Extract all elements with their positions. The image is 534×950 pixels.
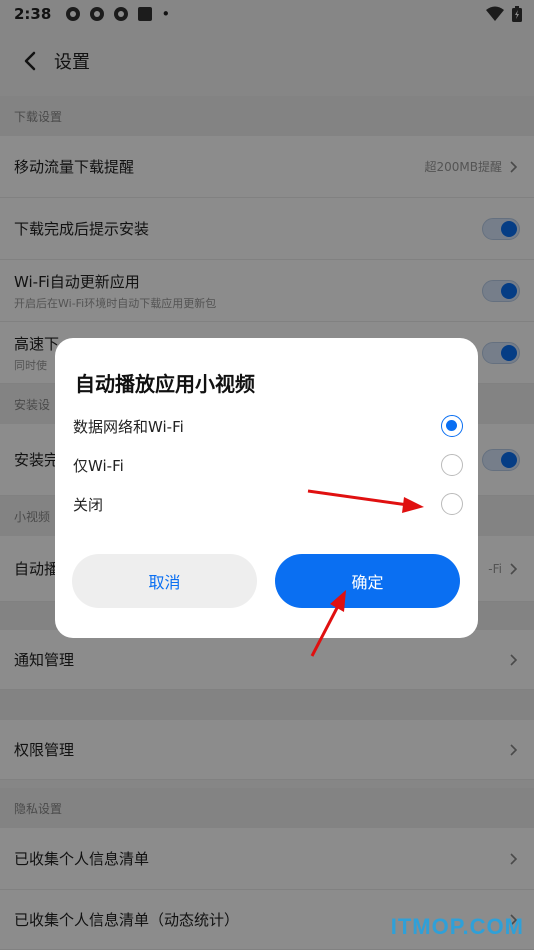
annotation-arrows: [307, 489, 424, 657]
arrow-to-off-option: [307, 489, 424, 513]
arrow-to-confirm-button: [310, 590, 346, 657]
site-watermark: ITMOP.COM: [390, 914, 524, 939]
